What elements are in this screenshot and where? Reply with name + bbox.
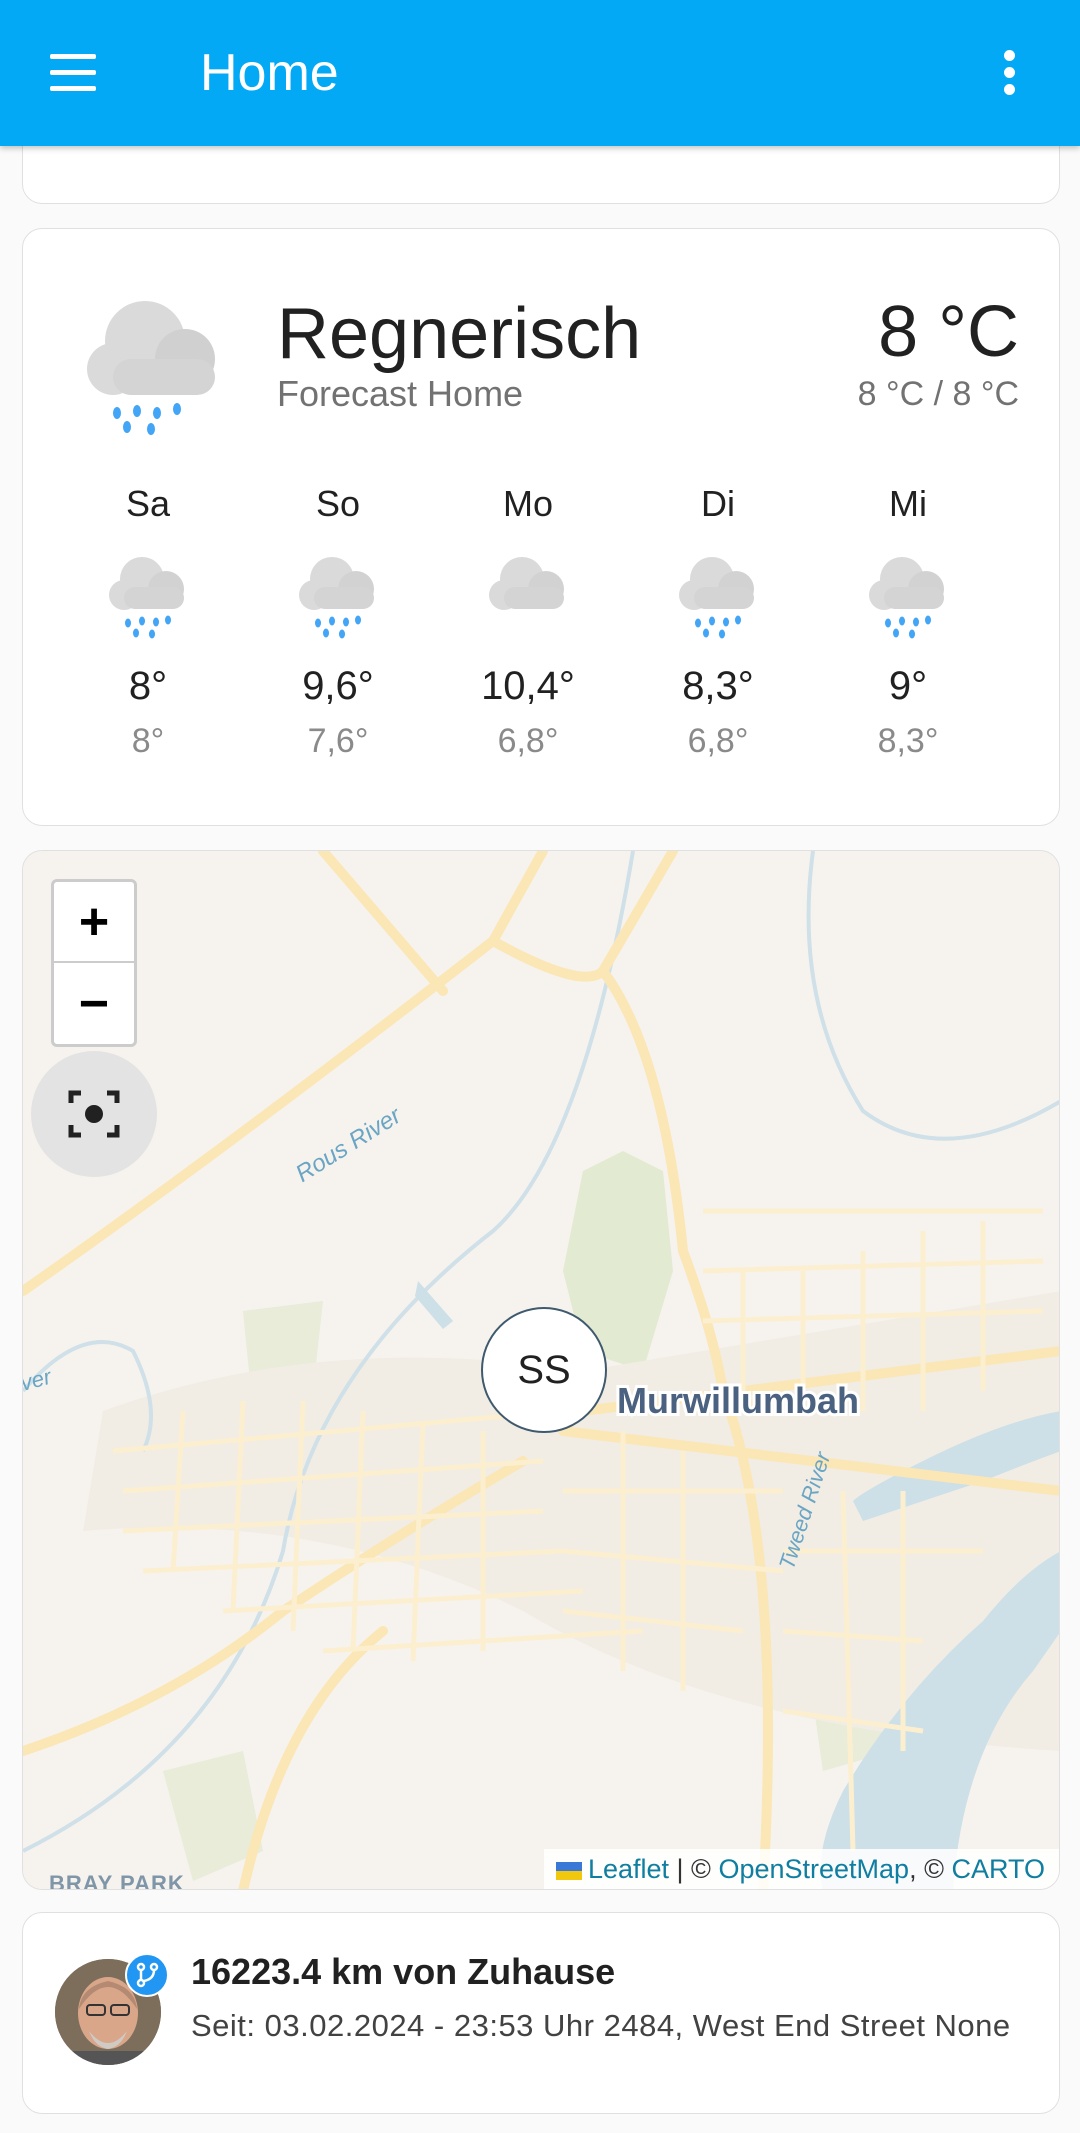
forecast-low: 6,8° [497, 722, 559, 760]
rainy-icon [299, 557, 374, 639]
menu-icon[interactable] [36, 50, 110, 96]
leaflet-link[interactable]: Leaflet [588, 1854, 669, 1884]
forecast-day-name: So [315, 483, 361, 524]
forecast-day: Mo 10,4° 6,8° [433, 479, 623, 761]
forecast-day: Di 8,3° 6,8° [623, 479, 813, 761]
recenter-button[interactable] [31, 1051, 157, 1177]
forecast-day: Mi 9° 8,3° [813, 479, 1003, 761]
forecast-high: 8,3° [682, 664, 754, 708]
zoom-in-button[interactable]: + [54, 882, 134, 963]
zoom-out-button[interactable]: − [54, 963, 134, 1044]
map-attribution: Leaflet | © OpenStreetMap, © CARTO [543, 1849, 1059, 1889]
forecast-day: Sa 8° 8° [53, 479, 243, 761]
app-bar: Home [0, 0, 1080, 146]
forecast-high: 8° [128, 664, 168, 708]
forecast-day-name: Sa [125, 483, 171, 524]
rainy-icon [679, 557, 754, 639]
carto-link[interactable]: CARTO [951, 1854, 1045, 1884]
forecast-low: 8,3° [877, 722, 939, 760]
page-title: Home [200, 44, 339, 102]
weather-forecast-card[interactable]: Regnerisch Forecast Home 8 °C 8 °C / 8 °… [22, 228, 1060, 826]
forecast-low: 6,8° [687, 722, 749, 760]
weather-entity-name: Forecast Home [277, 373, 524, 414]
openstreetmap-link[interactable]: OpenStreetMap [718, 1854, 909, 1884]
rainy-icon [869, 557, 944, 639]
temperature-range: 8 °C / 8 °C [857, 375, 1019, 413]
cloudy-icon [489, 557, 564, 610]
location-details: Seit: 03.02.2024 - 23:53 Uhr 2484, West … [191, 2008, 1011, 2043]
source-badge-icon [125, 1953, 169, 1997]
forecast-high: 10,4° [481, 664, 575, 708]
attribution-separator: | © [669, 1854, 719, 1884]
rainy-icon [109, 557, 184, 639]
forecast-day: So 9,6° 7,6° [243, 479, 433, 761]
person-card[interactable]: 16223.4 km von Zuhause Seit: 03.02.2024 … [22, 1912, 1060, 2114]
weather-condition: Regnerisch [277, 294, 642, 374]
forecast-low: 7,6° [307, 722, 369, 760]
forecast-high: 9° [888, 664, 928, 708]
more-options-icon[interactable] [990, 48, 1030, 98]
person-marker[interactable]: SS [481, 1307, 607, 1433]
distance-from-home: 16223.4 km von Zuhause [191, 1951, 616, 1992]
map-card[interactable]: Rous River Tweed River ver Murwillumbah … [22, 850, 1060, 1890]
focus-icon [68, 1090, 120, 1138]
rainy-icon [87, 301, 215, 435]
ukraine-flag-icon [555, 1862, 582, 1880]
current-temperature: 8 °C [878, 292, 1019, 372]
forecast-low: 8° [131, 722, 165, 760]
forecast-row: Sa 8° 8° So 9,6° 7,6° Mo 10,4° 6,8° Di 8… [53, 479, 1013, 761]
suburb-label: BRAY PARK [49, 1871, 185, 1890]
forecast-day-name: Di [701, 483, 735, 524]
attribution-separator: , © [909, 1854, 952, 1884]
forecast-day-name: Mo [502, 483, 553, 524]
city-label: Murwillumbah [617, 1380, 859, 1421]
forecast-day-name: Mi [889, 483, 927, 524]
forecast-high: 9,6° [302, 664, 374, 708]
zoom-control: + − [51, 879, 137, 1047]
